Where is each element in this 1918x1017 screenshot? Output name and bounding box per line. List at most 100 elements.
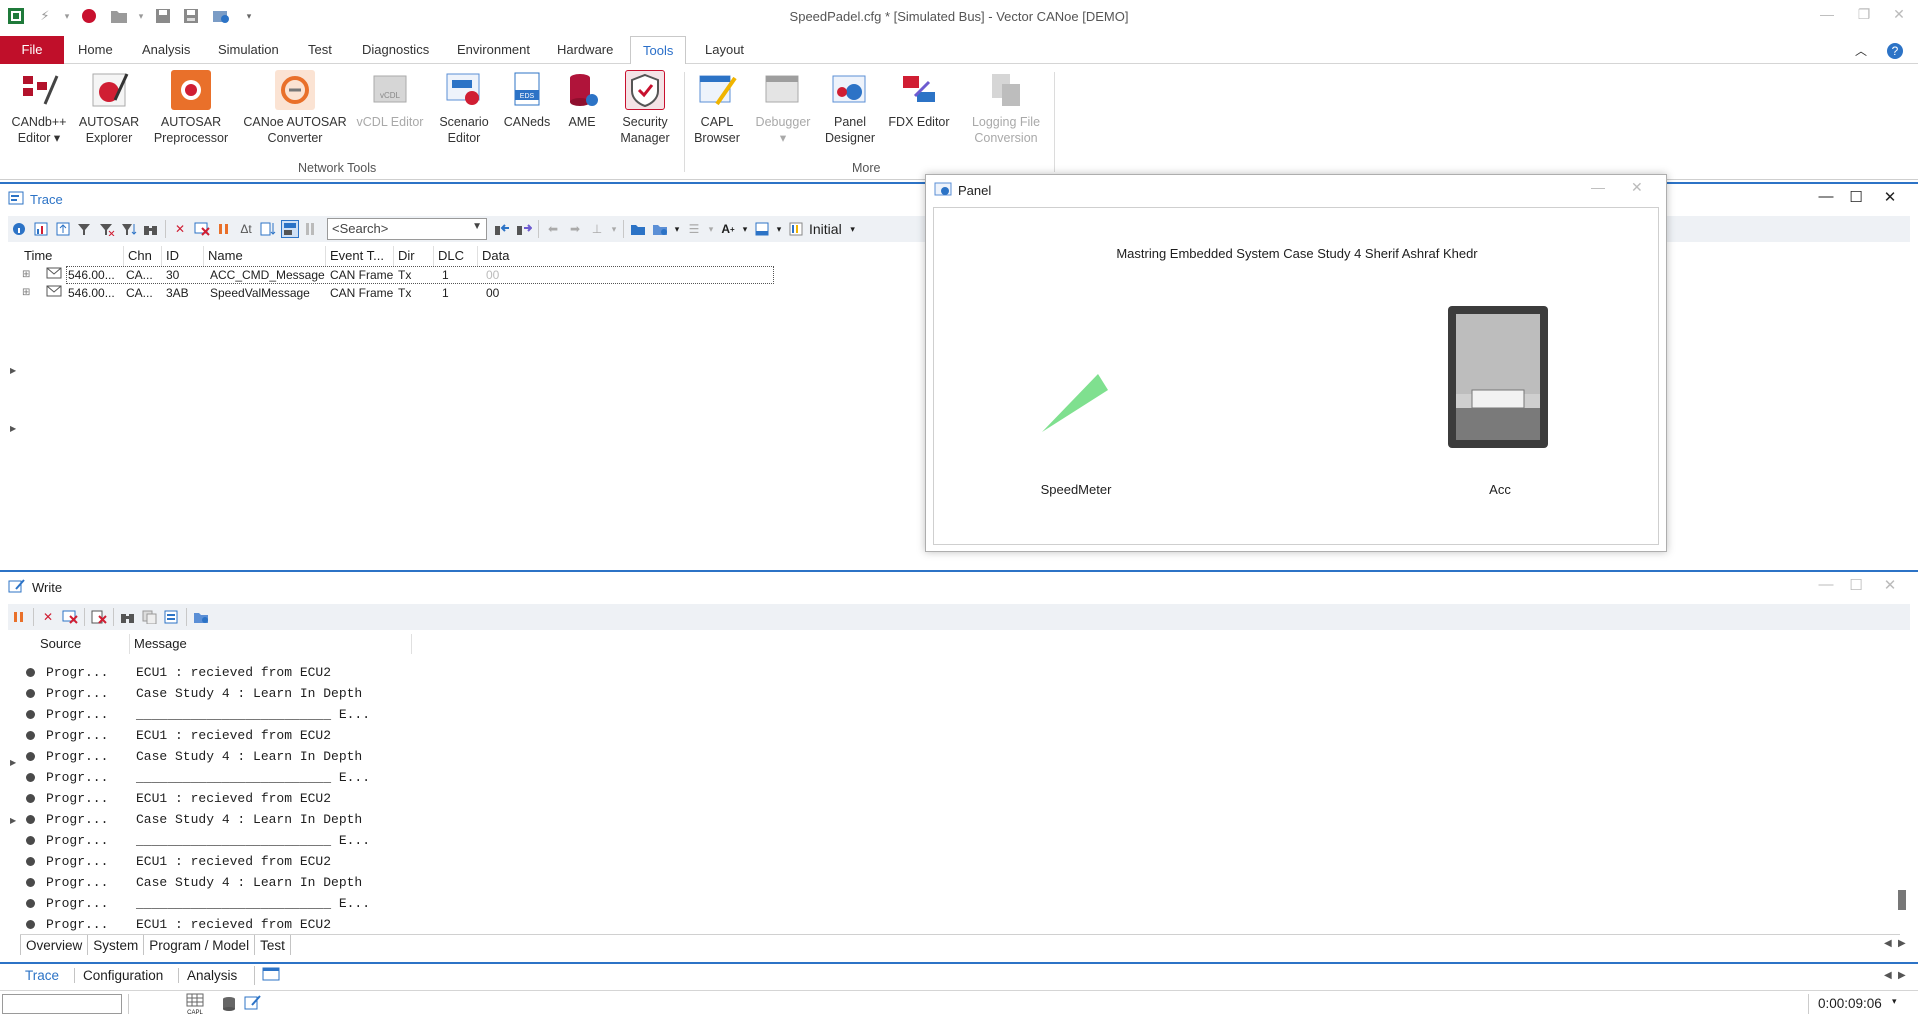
doc-tab-analysis[interactable]: Analysis [178,968,245,983]
arrow-left-icon[interactable]: ⬅ [544,220,562,238]
speedmeter-needle-icon[interactable] [1034,366,1114,449]
font-size-icon[interactable]: A + [719,220,737,238]
subtab-program-model[interactable]: Program / Model [144,935,256,955]
scenario-editor-button[interactable]: Scenario Editor [432,70,496,146]
tab-diagnostics[interactable]: Diagnostics [350,36,441,64]
search-previous-icon[interactable] [493,220,511,238]
column-source[interactable]: Source [36,634,130,654]
autosar-preprocessor-button[interactable]: AUTOSAR Preprocessor [146,70,236,146]
doctab-scroll-right-icon[interactable]: ▶ [1898,970,1906,981]
subtab-system[interactable]: System [88,935,145,955]
column-dlc[interactable]: DLC [434,246,478,266]
font-dropdown-icon[interactable]: ▾ [741,220,749,238]
column-chn[interactable]: Chn [124,246,162,266]
clear-page-icon[interactable] [90,608,108,626]
column-message[interactable]: Message [130,634,412,654]
acc-switch-icon[interactable] [1446,304,1550,455]
tab-hardware[interactable]: Hardware [545,36,625,64]
filter-remove-icon[interactable] [98,220,116,238]
doctab-scroll-left-icon[interactable]: ◀ [1884,970,1892,981]
copy-icon[interactable] [141,608,159,626]
tab-tools[interactable]: Tools [630,36,687,65]
collapse-ribbon-icon[interactable]: ︿ [1855,42,1867,59]
clear-icon[interactable]: ✕ [39,608,57,626]
write-scrollbar-thumb[interactable] [1898,890,1906,910]
database-icon[interactable] [222,996,236,1015]
caneds-button[interactable]: EDS CANeds [500,70,554,130]
binoculars-icon[interactable] [142,220,160,238]
column-dir[interactable]: Dir [394,246,434,266]
close-button[interactable]: ✕ [1884,6,1914,26]
layout-selector-dropdown-icon[interactable]: ▾ [844,220,862,238]
clear-all-icon[interactable] [193,220,211,238]
tab-analysis[interactable]: Analysis [130,36,202,64]
tab-simulation[interactable]: Simulation [206,36,291,64]
time-dropdown-icon[interactable]: ▾ [1892,996,1897,1007]
export-icon[interactable] [192,608,210,626]
splitter-arrow-icon-2[interactable]: ▶ [10,424,16,433]
column-data[interactable]: Data [478,246,538,266]
arrow-right-icon[interactable]: ➡ [566,220,584,238]
filter-icon[interactable] [76,220,94,238]
subtab-scroll-left-icon[interactable]: ◀ [1884,938,1892,949]
canoe-autosar-converter-button[interactable]: CANoe AUTOSAR Converter [242,70,348,146]
layout-dropdown-icon[interactable]: ▾ [775,220,783,238]
open-logging-icon[interactable] [629,220,647,238]
clear-icon[interactable]: ✕ [171,220,189,238]
write-minimize-button[interactable]: — [1812,576,1840,600]
subtab-overview[interactable]: Overview [20,935,89,955]
candb-editor-button[interactable]: CANdb++ Editor ▾ [6,70,72,146]
expand-icon[interactable]: ⊞ [22,266,32,284]
tab-environment[interactable]: Environment [445,36,542,64]
column-id[interactable]: ID [162,246,204,266]
columns-icon[interactable] [787,220,805,238]
write-close-button[interactable]: ✕ [1876,576,1904,600]
binoculars-icon[interactable] [119,608,137,626]
splitter-arrow-icon[interactable]: ▶ [10,758,16,767]
column-event-type[interactable]: Event T... [326,246,394,266]
splitter-arrow-icon-2[interactable]: ▶ [10,816,16,825]
write-status-icon[interactable] [244,995,262,1014]
column-time[interactable]: Time [20,246,124,266]
scroll-icon[interactable] [54,220,72,238]
layout-icon[interactable] [753,220,771,238]
panel-minimize-button[interactable]: — [1591,179,1605,195]
sort-icon[interactable] [259,220,277,238]
help-icon[interactable]: ? [1886,42,1904,63]
info-icon[interactable] [10,220,28,238]
logging-file-conversion-button[interactable]: Logging File Conversion [962,70,1050,146]
lines-icon[interactable]: ☰ [685,220,703,238]
export-icon[interactable] [651,220,669,238]
panel-close-button[interactable]: ✕ [1631,179,1643,196]
status-input[interactable] [2,994,122,1014]
lines-dropdown-icon[interactable]: ▾ [707,220,715,238]
statistics-icon[interactable] [32,220,50,238]
tab-test[interactable]: Test [296,36,344,64]
marker-icon[interactable]: ⊥ [588,220,606,238]
doc-tab-configuration[interactable]: Configuration [74,968,171,983]
trace-close-button[interactable]: ✕ [1876,188,1904,212]
tab-file[interactable]: File [0,36,64,64]
column-name[interactable]: Name [204,246,326,266]
splitter-arrow-icon[interactable]: ▶ [10,366,16,375]
search-next-icon[interactable] [515,220,533,238]
restore-button[interactable]: ❐ [1849,6,1879,26]
subtab-scroll-right-icon[interactable]: ▶ [1898,938,1906,949]
autosar-explorer-button[interactable]: AUTOSAR Explorer [76,70,142,146]
details-icon[interactable] [163,608,181,626]
time-delta-icon[interactable]: Δt [237,220,255,238]
filter-down-icon[interactable] [120,220,138,238]
detail-view-icon[interactable] [281,220,299,238]
panel-designer-button[interactable]: Panel Designer [822,70,878,146]
write-maximize-button[interactable]: ☐ [1842,576,1870,600]
minimize-button[interactable]: — [1812,6,1842,26]
expand-icon[interactable]: ⊞ [22,284,32,302]
pause-icon[interactable] [10,608,28,626]
trace-layout-selector[interactable]: Initial [809,221,842,237]
tab-home[interactable]: Home [66,36,125,64]
capl-status[interactable]: CAPL [186,993,204,1016]
trace-minimize-button[interactable]: — [1812,188,1840,212]
security-manager-button[interactable]: Security Manager [612,70,678,146]
tab-layout[interactable]: Layout [693,36,756,64]
fdx-editor-button[interactable]: FDX Editor [882,70,956,130]
